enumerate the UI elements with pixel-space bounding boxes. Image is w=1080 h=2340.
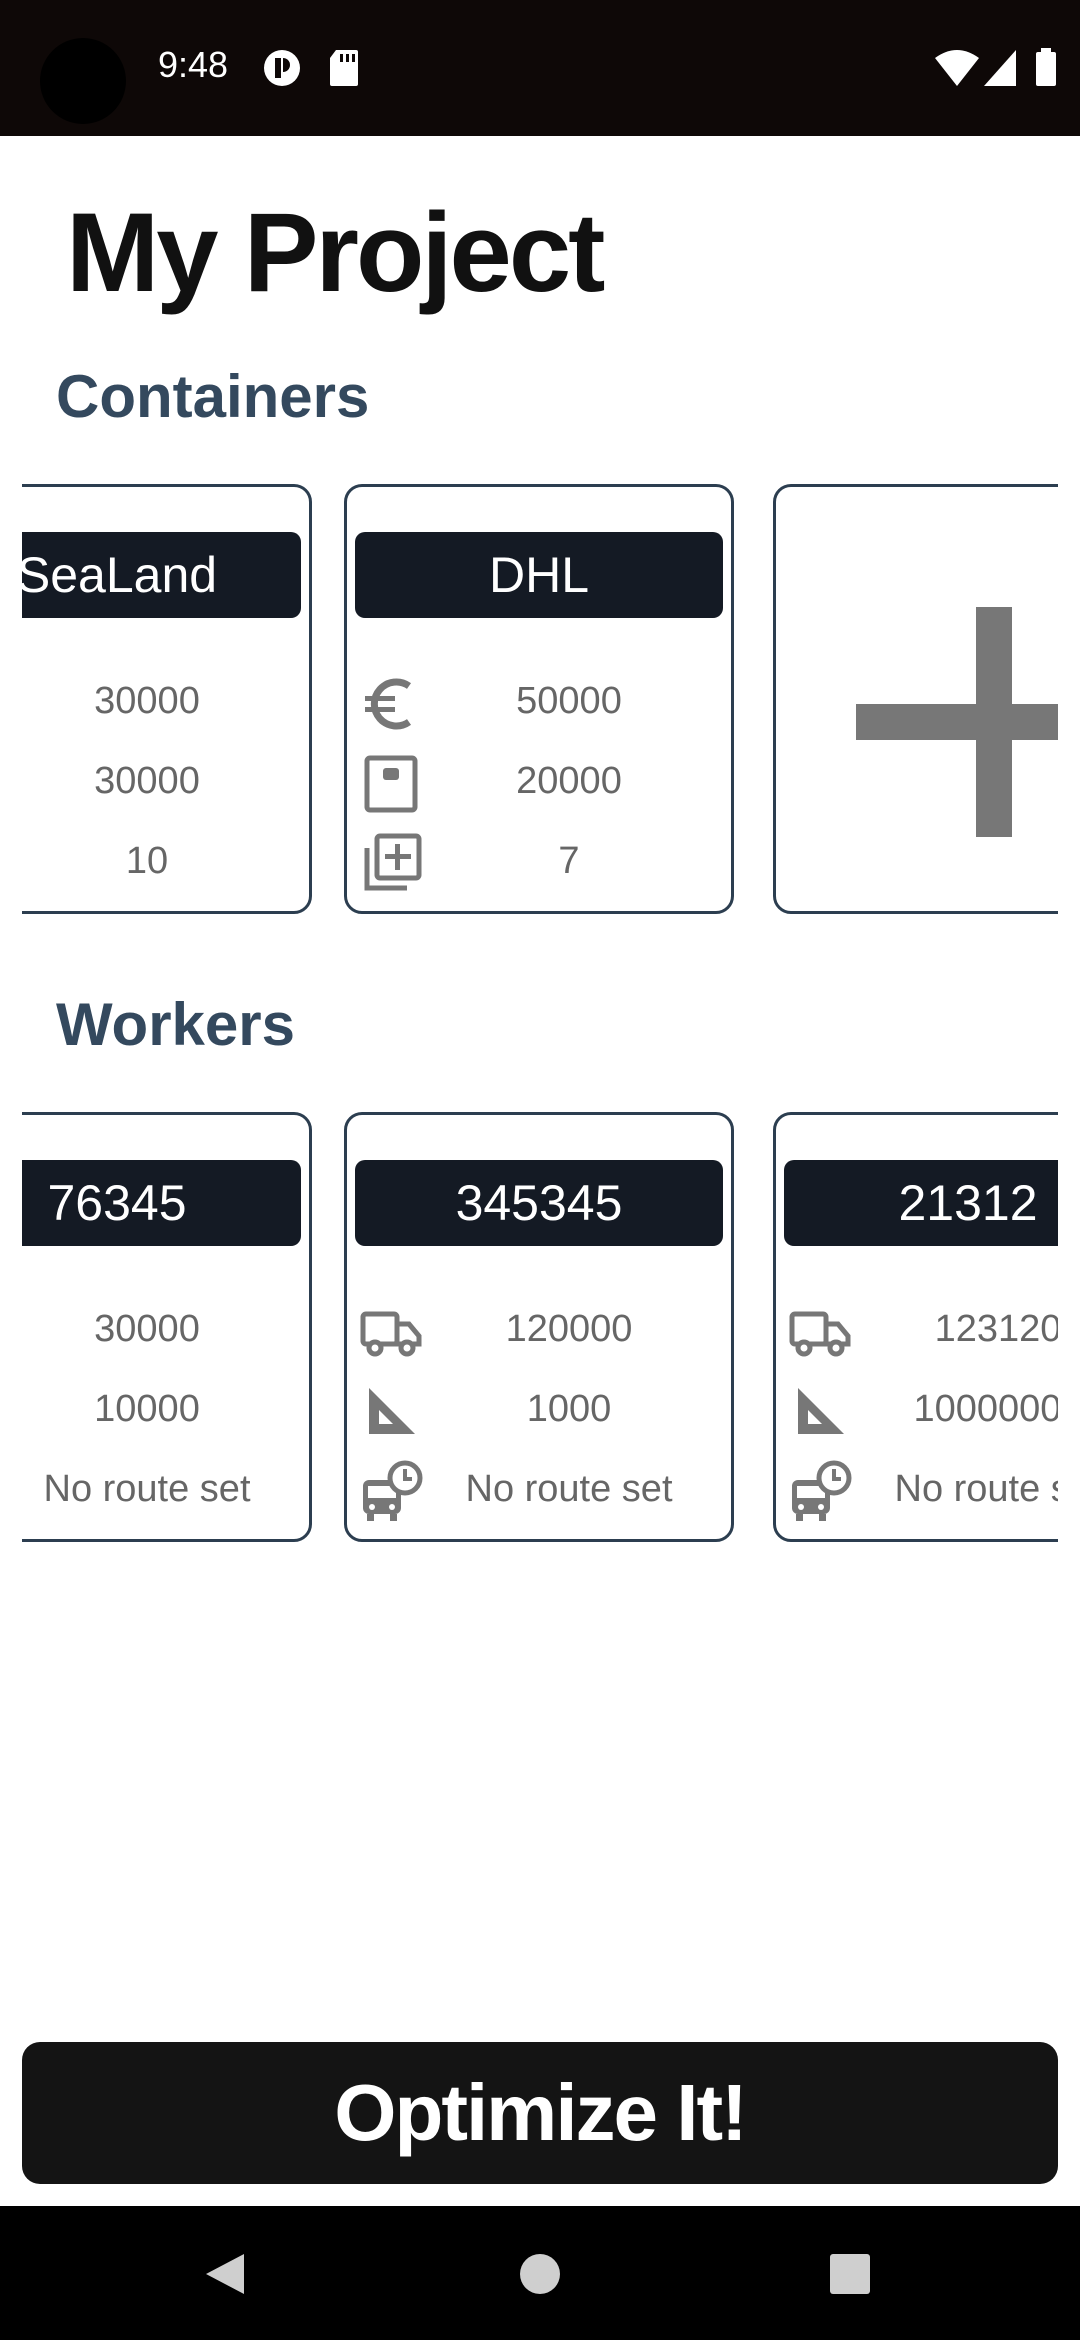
camera-cutout — [40, 38, 126, 124]
container-count-value: 10 — [125, 840, 169, 882]
worker-range-row: 10000000 — [776, 1380, 1058, 1450]
container-price-row: 30000 — [22, 672, 309, 742]
status-bar: 9:48 — [0, 0, 1080, 136]
worker-route-row: No route set — [776, 1460, 1058, 1530]
wifi-icon — [935, 50, 979, 86]
container-card-title: SeaLand — [22, 532, 301, 618]
optimize-button[interactable]: Optimize It! — [22, 2042, 1058, 2184]
sd-card-icon — [330, 50, 358, 86]
worker-route-row: No route set — [347, 1460, 731, 1530]
container-card-sealand[interactable]: SeaLand 30000 30000 10 — [22, 484, 312, 914]
worker-range-row: 1000 — [347, 1380, 731, 1450]
container-weight-row: 20000 — [347, 752, 731, 822]
worker-range-row: 10000 — [22, 1380, 309, 1450]
containers-heading: Containers — [56, 363, 370, 430]
container-card-dhl[interactable]: DHL 50000 20000 7 — [344, 484, 734, 914]
container-weight-row: 30000 — [22, 752, 309, 822]
workers-heading: Workers — [56, 991, 296, 1058]
worker-route-value: No route set — [465, 1468, 673, 1510]
battery-icon — [1036, 48, 1056, 86]
worker-card-21312[interactable]: 21312 123120 10000000 — [773, 1112, 1058, 1542]
container-weight-value: 20000 — [516, 760, 622, 802]
home-nav-icon[interactable] — [518, 2252, 562, 2296]
worker-range-value: 10000000 — [913, 1388, 1058, 1430]
back-nav-icon[interactable] — [200, 2250, 248, 2298]
container-price-value: 30000 — [94, 680, 200, 722]
container-price-row: 50000 — [347, 672, 731, 742]
worker-capacity-row: 123120 — [776, 1300, 1058, 1370]
recents-nav-icon[interactable] — [828, 2252, 872, 2296]
container-count-row: 7 — [347, 832, 731, 902]
add-container-card[interactable] — [773, 484, 1058, 914]
signal-icon — [984, 50, 1016, 86]
worker-capacity-value: 120000 — [505, 1308, 633, 1350]
container-weight-value: 30000 — [94, 760, 200, 802]
worker-capacity-row: 120000 — [347, 1300, 731, 1370]
worker-range-value: 10000 — [94, 1388, 200, 1430]
worker-card-title: 21312 — [784, 1160, 1058, 1246]
navigation-bar — [0, 2206, 1080, 2340]
workers-carousel[interactable]: 76345 30000 10000 No route set 345345 12… — [22, 1112, 1058, 1548]
page-title: My Project — [66, 190, 605, 315]
worker-capacity-row: 30000 — [22, 1300, 309, 1370]
containers-carousel[interactable]: SeaLand 30000 30000 10 DHL 50000 20000 7 — [22, 484, 1058, 920]
worker-route-value: No route set — [894, 1468, 1059, 1510]
worker-card-title: 76345 — [22, 1160, 301, 1246]
worker-card-76345[interactable]: 76345 30000 10000 No route set — [22, 1112, 312, 1542]
worker-route-row: No route set — [22, 1460, 309, 1530]
app-notification-icon — [264, 50, 300, 86]
container-price-value: 50000 — [516, 680, 622, 722]
worker-capacity-value: 123120 — [934, 1308, 1058, 1350]
container-count-row: 10 — [22, 832, 309, 902]
container-card-title: DHL — [355, 532, 723, 618]
status-time: 9:48 — [158, 44, 229, 85]
worker-card-345345[interactable]: 345345 120000 1000 No route set — [344, 1112, 734, 1542]
worker-range-value: 1000 — [526, 1388, 612, 1430]
container-count-value: 7 — [558, 840, 580, 882]
worker-route-value: No route set — [43, 1468, 251, 1510]
worker-capacity-value: 30000 — [94, 1308, 200, 1350]
worker-card-title: 345345 — [355, 1160, 723, 1246]
